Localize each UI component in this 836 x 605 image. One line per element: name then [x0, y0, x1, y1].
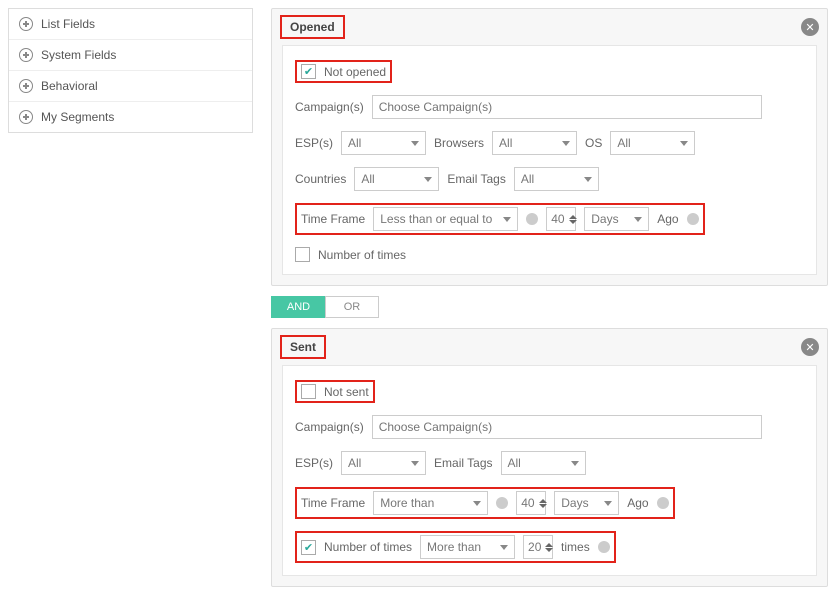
- sidebar-item-label: Behavioral: [41, 79, 98, 93]
- plus-circle-icon: [19, 48, 33, 62]
- chevron-down-icon: [500, 545, 508, 550]
- emailtags-label: Email Tags: [447, 172, 505, 186]
- number-of-times-value-input[interactable]: 20: [523, 535, 553, 559]
- close-icon[interactable]: ✕: [801, 18, 819, 36]
- sidebar-item-label: List Fields: [41, 17, 95, 31]
- number-of-times-checkbox[interactable]: [295, 247, 310, 262]
- campaign-input[interactable]: [372, 415, 762, 439]
- rule-title: Sent: [284, 337, 322, 357]
- not-opened-label: Not opened: [324, 65, 386, 79]
- rule-header: Sent ✕: [272, 329, 827, 365]
- esp-select[interactable]: All: [341, 131, 426, 155]
- chevron-down-icon: [503, 217, 511, 222]
- emailtags-select[interactable]: All: [501, 451, 586, 475]
- chevron-down-icon: [604, 501, 612, 506]
- rule-body: Not sent Campaign(s) ESP(s) All Email Ta…: [282, 365, 817, 576]
- number-of-times-label: Number of times: [324, 540, 412, 554]
- sidebar-item-my-segments[interactable]: My Segments: [9, 102, 252, 132]
- number-of-times-op-select[interactable]: More than: [420, 535, 515, 559]
- chevron-down-icon: [473, 501, 481, 506]
- sidebar-item-behavioral[interactable]: Behavioral: [9, 71, 252, 102]
- ago-label: Ago: [627, 496, 648, 510]
- info-dot-icon: [687, 213, 699, 225]
- timeframe-op-select[interactable]: More than: [373, 491, 488, 515]
- rule-card-sent: Sent ✕ Not sent Campaign(s) ESP(s) All: [271, 328, 828, 587]
- countries-label: Countries: [295, 172, 346, 186]
- chevron-down-icon: [634, 217, 642, 222]
- esp-label: ESP(s): [295, 136, 333, 150]
- esp-select[interactable]: All: [341, 451, 426, 475]
- rule-body: Not opened Campaign(s) ESP(s) All Browse…: [282, 45, 817, 275]
- chevron-down-icon: [584, 177, 592, 182]
- sidebar: List Fields System Fields Behavioral My …: [8, 8, 253, 133]
- sidebar-item-label: My Segments: [41, 110, 114, 124]
- close-icon[interactable]: ✕: [801, 338, 819, 356]
- countries-select[interactable]: All: [354, 167, 439, 191]
- timeframe-label: Time Frame: [301, 212, 365, 226]
- chevron-down-icon: [411, 461, 419, 466]
- rule-card-opened: Opened ✕ Not opened Campaign(s) ESP(s) A…: [271, 8, 828, 286]
- chevron-down-icon: [571, 461, 579, 466]
- and-button[interactable]: AND: [271, 296, 325, 318]
- campaign-input[interactable]: [372, 95, 762, 119]
- info-dot-icon: [657, 497, 669, 509]
- number-of-times-label: Number of times: [318, 248, 406, 262]
- browsers-label: Browsers: [434, 136, 484, 150]
- timeframe-value-input[interactable]: 40: [516, 491, 546, 515]
- os-select[interactable]: All: [610, 131, 695, 155]
- times-label: times: [561, 540, 590, 554]
- rule-header: Opened ✕: [272, 9, 827, 45]
- not-sent-checkbox[interactable]: [301, 384, 316, 399]
- emailtags-select[interactable]: All: [514, 167, 599, 191]
- not-sent-label: Not sent: [324, 385, 369, 399]
- chevron-down-icon: [680, 141, 688, 146]
- chevron-down-icon: [424, 177, 432, 182]
- plus-circle-icon: [19, 110, 33, 124]
- sidebar-item-label: System Fields: [41, 48, 116, 62]
- spinner-icon[interactable]: [539, 499, 547, 508]
- info-dot-icon: [598, 541, 610, 553]
- or-button[interactable]: OR: [325, 296, 379, 318]
- emailtags-label: Email Tags: [434, 456, 492, 470]
- ago-label: Ago: [657, 212, 678, 226]
- spinner-icon[interactable]: [569, 215, 577, 224]
- not-opened-checkbox[interactable]: [301, 64, 316, 79]
- number-of-times-checkbox[interactable]: [301, 540, 316, 555]
- plus-circle-icon: [19, 17, 33, 31]
- campaign-label: Campaign(s): [295, 100, 364, 114]
- browsers-select[interactable]: All: [492, 131, 577, 155]
- timeframe-label: Time Frame: [301, 496, 365, 510]
- timeframe-unit-select[interactable]: Days: [554, 491, 619, 515]
- main-content: Opened ✕ Not opened Campaign(s) ESP(s) A…: [271, 8, 828, 597]
- timeframe-op-select[interactable]: Less than or equal to: [373, 207, 518, 231]
- chevron-down-icon: [411, 141, 419, 146]
- rule-title: Opened: [284, 17, 341, 37]
- plus-circle-icon: [19, 79, 33, 93]
- info-dot-icon: [496, 497, 508, 509]
- timeframe-value-input[interactable]: 40: [546, 207, 576, 231]
- esp-label: ESP(s): [295, 456, 333, 470]
- chevron-down-icon: [562, 141, 570, 146]
- sidebar-item-list-fields[interactable]: List Fields: [9, 9, 252, 40]
- os-label: OS: [585, 136, 602, 150]
- spinner-icon[interactable]: [545, 543, 553, 552]
- info-dot-icon: [526, 213, 538, 225]
- timeframe-unit-select[interactable]: Days: [584, 207, 649, 231]
- sidebar-item-system-fields[interactable]: System Fields: [9, 40, 252, 71]
- logic-toggle: AND OR: [271, 296, 828, 318]
- campaign-label: Campaign(s): [295, 420, 364, 434]
